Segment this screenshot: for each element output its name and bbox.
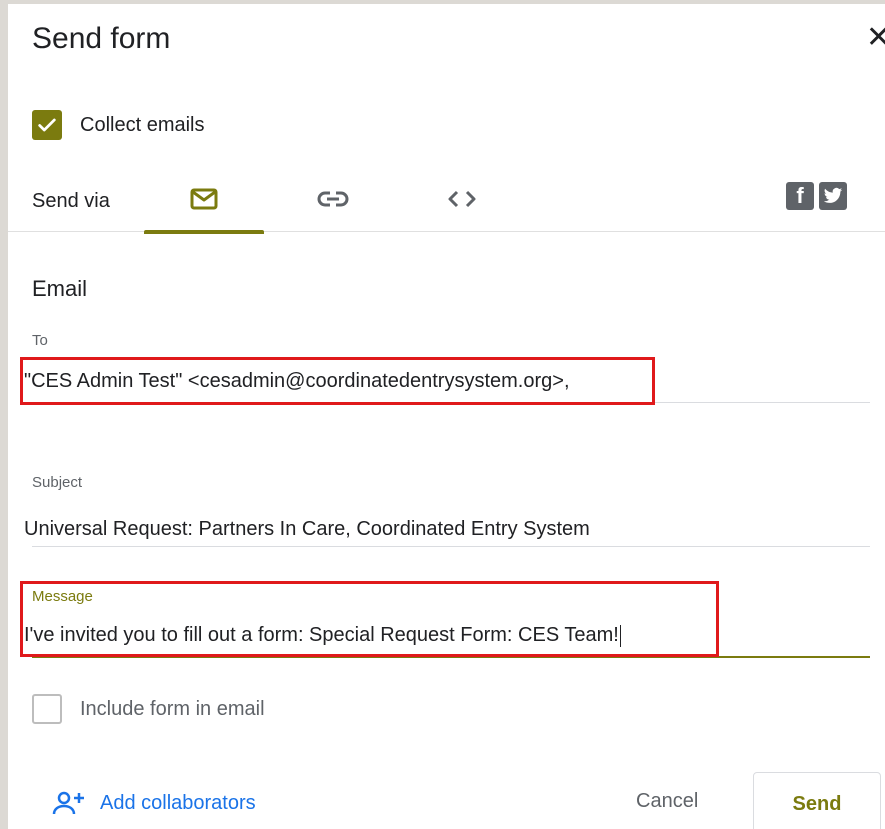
message-highlight-box xyxy=(20,581,719,657)
checkmark-icon xyxy=(38,118,56,132)
tab-embed[interactable] xyxy=(402,166,522,232)
send-button[interactable]: Send xyxy=(753,772,881,829)
subject-underline xyxy=(32,546,870,547)
add-collaborators-button[interactable]: Add collaborators xyxy=(52,790,256,816)
tab-email[interactable] xyxy=(144,166,264,234)
dialog-title: Send form xyxy=(32,22,171,55)
add-person-icon xyxy=(52,791,84,815)
collect-emails-checkbox[interactable] xyxy=(32,110,62,140)
facebook-icon[interactable]: f xyxy=(786,182,814,210)
close-icon[interactable]: ✕ xyxy=(866,18,885,58)
twitter-icon[interactable] xyxy=(819,182,847,210)
tab-link[interactable] xyxy=(273,166,393,232)
cancel-button[interactable]: Cancel xyxy=(636,790,698,813)
include-form-row[interactable]: Include form in email xyxy=(32,694,265,724)
email-section-title: Email xyxy=(32,276,88,301)
link-icon xyxy=(317,191,349,207)
include-form-checkbox[interactable] xyxy=(32,694,62,724)
send-via-label: Send via xyxy=(32,190,110,212)
collect-emails-row[interactable]: Collect emails xyxy=(32,110,204,140)
active-tab-indicator xyxy=(144,230,264,234)
include-form-label: Include form in email xyxy=(80,697,265,720)
twitter-bird-icon xyxy=(823,187,843,203)
add-collaborators-label: Add collaborators xyxy=(100,791,256,814)
email-icon xyxy=(190,188,218,210)
subject-label: Subject xyxy=(32,474,83,491)
send-form-dialog: Send form ✕ Collect emails Send via f Em… xyxy=(8,4,885,829)
embed-code-icon xyxy=(448,190,476,208)
subject-input[interactable]: Universal Request: Partners In Care, Coo… xyxy=(24,518,590,541)
to-highlight-box xyxy=(20,357,655,405)
collect-emails-label: Collect emails xyxy=(80,113,205,136)
to-label: To xyxy=(32,332,48,349)
send-via-bar: Send via f xyxy=(8,166,885,234)
